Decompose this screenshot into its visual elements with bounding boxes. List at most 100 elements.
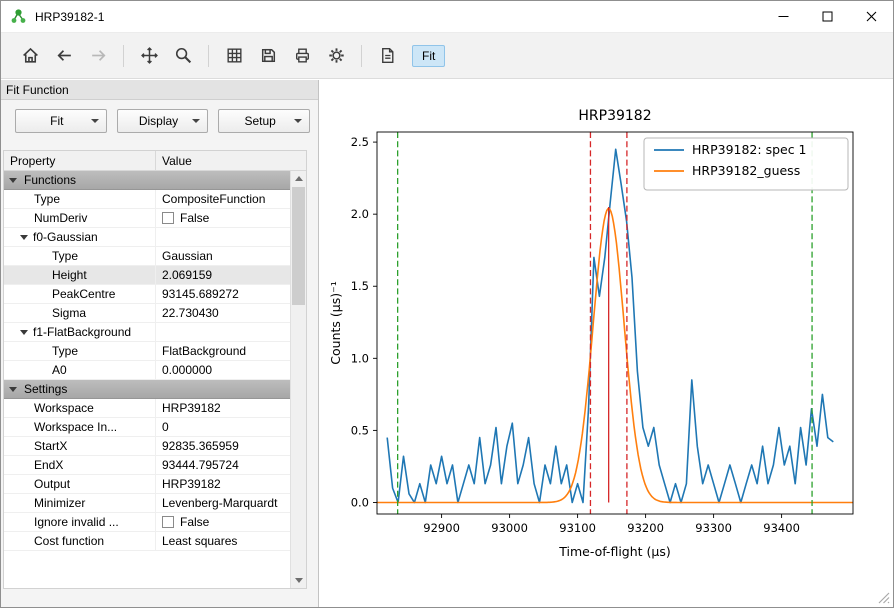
prop-row-type[interactable]: TypeFlatBackground: [4, 342, 290, 361]
property-cell[interactable]: Height: [4, 266, 156, 284]
scroll-down-icon[interactable]: [291, 573, 306, 588]
collapse-icon[interactable]: [9, 178, 17, 183]
collapse-icon[interactable]: [20, 235, 28, 240]
property-cell[interactable]: NumDeriv: [4, 209, 156, 227]
prop-row-a0[interactable]: A00.000000: [4, 361, 290, 380]
chevron-down-icon: [294, 119, 302, 123]
prop-row-type[interactable]: TypeCompositeFunction: [4, 190, 290, 209]
property-cell[interactable]: Ignore invalid ...: [4, 513, 156, 531]
checkbox[interactable]: [162, 516, 174, 528]
property-cell[interactable]: A0: [4, 361, 156, 379]
value-cell[interactable]: 0.000000: [156, 361, 290, 379]
value-cell[interactable]: Least squares: [156, 532, 290, 550]
maximize-button[interactable]: [805, 1, 849, 32]
value-cell[interactable]: 22.730430: [156, 304, 290, 322]
property-cell[interactable]: Workspace In...: [4, 418, 156, 436]
fit-menu-button[interactable]: Fit: [15, 109, 107, 133]
prop-row-endx[interactable]: EndX93444.795724: [4, 456, 290, 475]
table-scrollbar[interactable]: [290, 171, 306, 588]
prop-row-numderiv[interactable]: NumDerivFalse: [4, 209, 290, 228]
prop-row-minimizer[interactable]: MinimizerLevenberg-Marquardt: [4, 494, 290, 513]
grid-icon[interactable]: [223, 45, 245, 67]
prop-row-cost-function[interactable]: Cost functionLeast squares: [4, 532, 290, 551]
back-icon[interactable]: [53, 45, 75, 67]
svg-text:2.0: 2.0: [351, 207, 369, 221]
property-cell[interactable]: Type: [4, 342, 156, 360]
property-cell[interactable]: Output: [4, 475, 156, 493]
fit-plot-canvas[interactable]: 9290093000931009320093300934000.00.51.01…: [327, 102, 879, 572]
prop-row-sigma[interactable]: Sigma22.730430: [4, 304, 290, 323]
forward-icon[interactable]: [87, 45, 109, 67]
prop-row-f0-gaussian[interactable]: f0-Gaussian: [4, 228, 290, 247]
property-cell[interactable]: StartX: [4, 437, 156, 455]
value-cell[interactable]: [156, 323, 290, 341]
property-cell[interactable]: Workspace: [4, 399, 156, 417]
value-cell[interactable]: Gaussian: [156, 247, 290, 265]
checkbox[interactable]: [162, 212, 174, 224]
prop-row-workspace-in[interactable]: Workspace In...0: [4, 418, 290, 437]
property-cell[interactable]: Minimizer: [4, 494, 156, 512]
value-cell[interactable]: False: [156, 513, 290, 531]
value-cell[interactable]: 2.069159: [156, 266, 290, 284]
property-cell[interactable]: Sigma: [4, 304, 156, 322]
chevron-down-icon: [192, 119, 200, 123]
setup-menu-button[interactable]: Setup: [218, 109, 310, 133]
section-functions[interactable]: Functions: [4, 171, 290, 190]
print-icon[interactable]: [291, 45, 313, 67]
table-header: Property Value: [4, 151, 306, 171]
value-cell[interactable]: HRP39182: [156, 475, 290, 493]
script-icon[interactable]: [376, 45, 398, 67]
plot-title: HRP39182: [578, 108, 651, 124]
value-cell[interactable]: FlatBackground: [156, 342, 290, 360]
value-cell[interactable]: 0: [156, 418, 290, 436]
collapse-icon[interactable]: [9, 387, 17, 392]
maximize-icon: [822, 11, 833, 22]
scrollbar-thumb[interactable]: [292, 187, 305, 305]
section-settings[interactable]: Settings: [4, 380, 290, 399]
value-cell[interactable]: CompositeFunction: [156, 190, 290, 208]
column-header-value: Value: [156, 151, 306, 170]
section-label: Settings: [24, 380, 67, 398]
zoom-icon[interactable]: [172, 45, 194, 67]
property-cell[interactable]: Cost function: [4, 532, 156, 550]
minimize-icon: [778, 11, 789, 22]
value-cell[interactable]: Levenberg-Marquardt: [156, 494, 290, 512]
prop-row-ignore-invalid[interactable]: Ignore invalid ...False: [4, 513, 290, 532]
settings-gear-icon[interactable]: [325, 45, 347, 67]
prop-row-workspace[interactable]: WorkspaceHRP39182: [4, 399, 290, 418]
prop-row-peakcentre[interactable]: PeakCentre93145.689272: [4, 285, 290, 304]
value-cell[interactable]: 93444.795724: [156, 456, 290, 474]
group-cell[interactable]: f0-Gaussian: [4, 228, 156, 246]
value-cell[interactable]: 92835.365959: [156, 437, 290, 455]
value-cell[interactable]: 93145.689272: [156, 285, 290, 303]
property-cell[interactable]: Type: [4, 190, 156, 208]
property-cell[interactable]: Type: [4, 247, 156, 265]
window-title: HRP39182-1: [35, 10, 104, 24]
property-rows: FunctionsTypeCompositeFunctionNumDerivFa…: [4, 171, 290, 588]
resize-grip[interactable]: [876, 590, 890, 604]
home-icon[interactable]: [19, 45, 41, 67]
prop-row-startx[interactable]: StartX92835.365959: [4, 437, 290, 456]
value-cell[interactable]: [156, 228, 290, 246]
svg-text:93200: 93200: [627, 521, 664, 535]
close-icon: [866, 11, 877, 22]
prop-row-type[interactable]: TypeGaussian: [4, 247, 290, 266]
y-axis-label: Counts (µs)⁻¹: [328, 281, 343, 364]
group-cell[interactable]: f1-FlatBackground: [4, 323, 156, 341]
fit-toolbar-button[interactable]: Fit: [412, 45, 445, 67]
x-axis-label: Time-of-flight (µs): [558, 544, 671, 559]
value-cell[interactable]: HRP39182: [156, 399, 290, 417]
display-menu-button[interactable]: Display: [117, 109, 209, 133]
property-cell[interactable]: EndX: [4, 456, 156, 474]
prop-row-height[interactable]: Height2.069159: [4, 266, 290, 285]
property-cell[interactable]: PeakCentre: [4, 285, 156, 303]
close-button[interactable]: [849, 1, 893, 32]
prop-row-f1-flatbackground[interactable]: f1-FlatBackground: [4, 323, 290, 342]
minimize-button[interactable]: [761, 1, 805, 32]
pan-icon[interactable]: [138, 45, 160, 67]
save-icon[interactable]: [257, 45, 279, 67]
scroll-up-icon[interactable]: [291, 171, 306, 186]
prop-row-output[interactable]: OutputHRP39182: [4, 475, 290, 494]
collapse-icon[interactable]: [20, 330, 28, 335]
value-cell[interactable]: False: [156, 209, 290, 227]
